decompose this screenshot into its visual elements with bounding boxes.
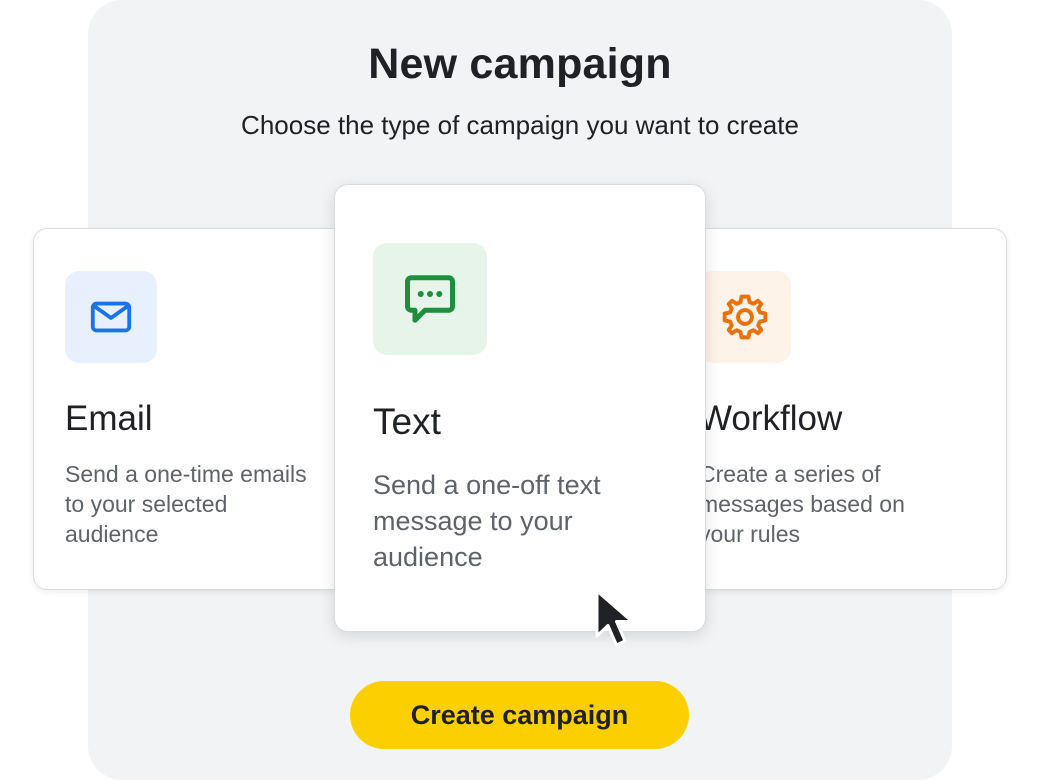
card-title: Workflow (699, 399, 843, 438)
campaign-card-email[interactable]: Email Send a one-time emails to your sel… (33, 228, 373, 590)
chat-bubble-icon (405, 275, 455, 323)
card-title: Email (65, 399, 153, 438)
envelope-icon (90, 301, 132, 333)
page-title: New campaign (368, 40, 672, 88)
card-description: Send a one-off text message to your audi… (373, 470, 601, 572)
card-title: Text (373, 401, 441, 442)
page-subtitle: Choose the type of campaign you want to … (241, 110, 799, 140)
gear-icon (722, 294, 768, 340)
workflow-icon-tile (699, 271, 791, 363)
text-icon-tile (373, 243, 487, 355)
card-description: Create a series of messages based on you… (699, 461, 905, 547)
card-description: Send a one-time emails to your selected … (65, 461, 307, 547)
email-icon-tile (65, 271, 157, 363)
campaign-card-workflow[interactable]: Workflow Create a series of messages bas… (667, 228, 1007, 590)
mouse-pointer-icon (595, 589, 634, 647)
campaign-card-text[interactable]: Text Send a one-off text message to your… (334, 184, 706, 632)
create-campaign-button[interactable]: Create campaign (350, 681, 689, 749)
